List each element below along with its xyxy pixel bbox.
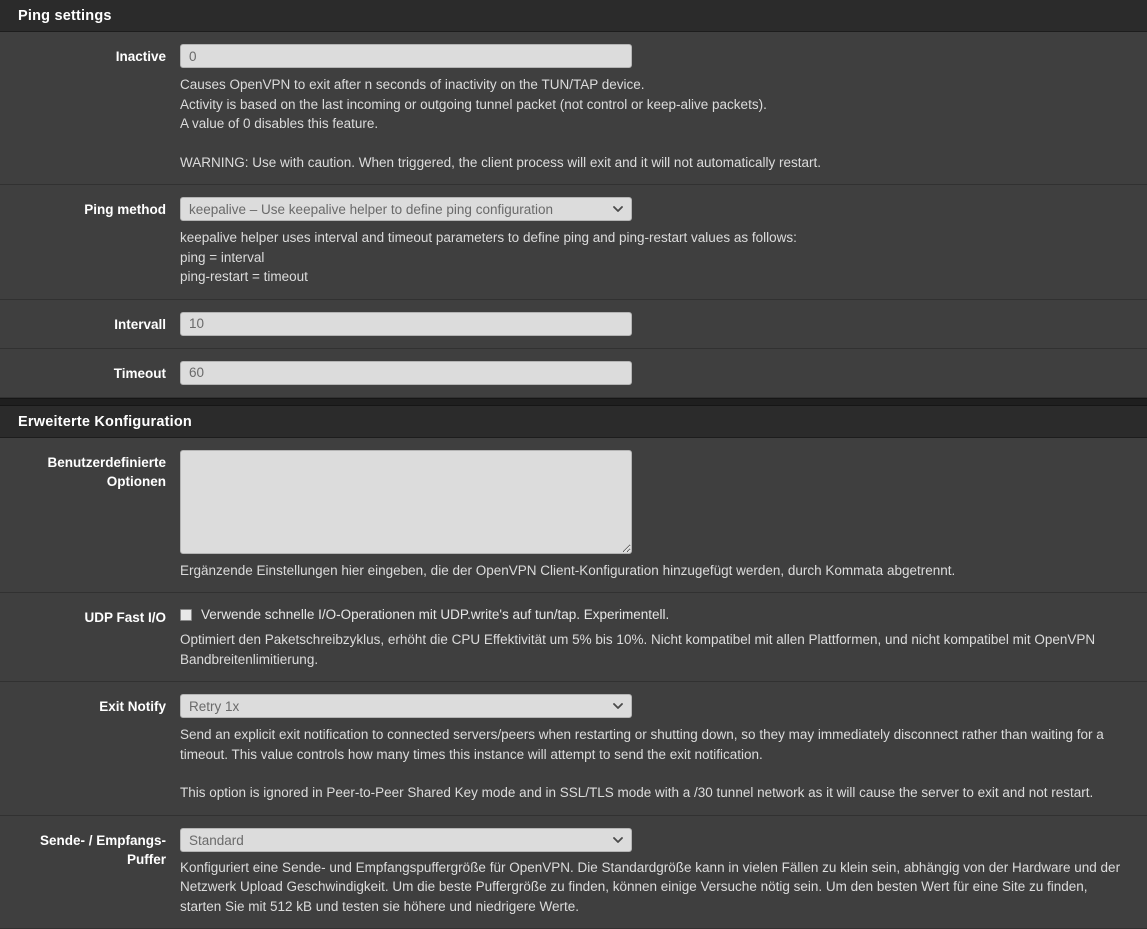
label-ping-method: Ping method xyxy=(0,197,180,219)
help-line-warning: WARNING: Use with caution. When triggere… xyxy=(180,153,1125,173)
label-intervall: Intervall xyxy=(0,312,180,334)
settings-page: Ping settings Inactive Causes OpenVPN to… xyxy=(0,0,1147,929)
help-line: keepalive helper uses interval and timeo… xyxy=(180,228,1125,248)
label-line-1: Sende- / Empfangs- xyxy=(40,833,166,848)
help-ping-method: keepalive helper uses interval and timeo… xyxy=(180,228,1125,287)
field-inactive: Causes OpenVPN to exit after n seconds o… xyxy=(180,44,1147,172)
row-sende-empfangs-puffer: Sende- / Empfangs- Puffer Standard Konfi… xyxy=(0,816,1147,929)
help-exit-notify: Send an explicit exit notification to co… xyxy=(180,725,1125,803)
udp-fast-io-checkbox-line: Verwende schnelle I/O-Operationen mit UD… xyxy=(180,605,1131,624)
row-timeout: Timeout xyxy=(0,349,1147,398)
help-line: Send an explicit exit notification to co… xyxy=(180,725,1125,764)
section-erweiterte-konfiguration: Erweiterte Konfiguration Benutzerdefinie… xyxy=(0,406,1147,929)
help-line: Causes OpenVPN to exit after n seconds o… xyxy=(180,75,1125,95)
custom-options-textarea-wrap xyxy=(180,450,632,554)
section-ping-settings: Ping settings Inactive Causes OpenVPN to… xyxy=(0,0,1147,398)
inactive-input[interactable] xyxy=(180,44,632,68)
exit-notify-select[interactable]: Retry 1x xyxy=(180,694,632,718)
buffer-size-select-wrap: Standard xyxy=(180,828,632,852)
row-udp-fast-io: UDP Fast I/O Verwende schnelle I/O-Opera… xyxy=(0,593,1147,682)
row-intervall: Intervall xyxy=(0,300,1147,349)
label-benutzerdefinierte-optionen: Benutzerdefinierte Optionen xyxy=(0,450,180,491)
udp-fast-io-checkbox-label: Verwende schnelle I/O-Operationen mit UD… xyxy=(201,606,669,624)
section-header-ping-settings: Ping settings xyxy=(0,0,1147,32)
field-ping-method: keepalive – Use keepalive helper to defi… xyxy=(180,197,1147,287)
field-udp-fast-io: Verwende schnelle I/O-Operationen mit UD… xyxy=(180,605,1147,669)
field-sende-empfangs-puffer: Standard Konfiguriert eine Sende- und Em… xyxy=(180,828,1147,917)
ping-method-select[interactable]: keepalive – Use keepalive helper to defi… xyxy=(180,197,632,221)
custom-options-textarea[interactable] xyxy=(180,450,632,554)
field-exit-notify: Retry 1x Send an explicit exit notificat… xyxy=(180,694,1147,803)
label-udp-fast-io: UDP Fast I/O xyxy=(0,605,180,627)
exit-notify-select-wrap: Retry 1x xyxy=(180,694,632,718)
help-benutzerdefinierte-optionen: Ergänzende Einstellungen hier eingeben, … xyxy=(180,561,1125,581)
row-benutzerdefinierte-optionen: Benutzerdefinierte Optionen Ergänzende E… xyxy=(0,438,1147,594)
row-inactive: Inactive Causes OpenVPN to exit after n … xyxy=(0,32,1147,185)
help-line: Ergänzende Einstellungen hier eingeben, … xyxy=(180,561,1125,581)
label-timeout: Timeout xyxy=(0,361,180,383)
help-udp-fast-io: Optimiert den Paketschreibzyklus, erhöht… xyxy=(180,630,1125,669)
field-intervall xyxy=(180,312,1147,336)
section-divider xyxy=(0,398,1147,406)
label-line-1: Benutzerdefinierte xyxy=(47,455,166,470)
label-line-2: Optionen xyxy=(107,474,166,489)
field-benutzerdefinierte-optionen: Ergänzende Einstellungen hier eingeben, … xyxy=(180,450,1147,581)
help-line: Konfiguriert eine Sende- und Empfangspuf… xyxy=(180,858,1125,917)
help-line: ping = interval xyxy=(180,248,1125,268)
section-header-erweiterte-konfiguration: Erweiterte Konfiguration xyxy=(0,406,1147,438)
field-timeout xyxy=(180,361,1147,385)
help-inactive: Causes OpenVPN to exit after n seconds o… xyxy=(180,75,1125,172)
help-line: Activity is based on the last incoming o… xyxy=(180,95,1125,115)
help-sende-empfangs-puffer: Konfiguriert eine Sende- und Empfangspuf… xyxy=(180,858,1125,917)
help-line: A value of 0 disables this feature. xyxy=(180,114,1125,134)
ping-method-select-wrap: keepalive – Use keepalive helper to defi… xyxy=(180,197,632,221)
intervall-input[interactable] xyxy=(180,312,632,336)
label-exit-notify: Exit Notify xyxy=(0,694,180,716)
label-inactive: Inactive xyxy=(0,44,180,66)
help-line: This option is ignored in Peer-to-Peer S… xyxy=(180,783,1125,803)
udp-fast-io-checkbox[interactable] xyxy=(180,609,192,621)
help-line: ping-restart = timeout xyxy=(180,267,1125,287)
label-sende-empfangs-puffer: Sende- / Empfangs- Puffer xyxy=(0,828,180,869)
label-line-2: Puffer xyxy=(127,852,166,867)
help-line: Optimiert den Paketschreibzyklus, erhöht… xyxy=(180,630,1125,669)
buffer-size-select[interactable]: Standard xyxy=(180,828,632,852)
timeout-input[interactable] xyxy=(180,361,632,385)
row-ping-method: Ping method keepalive – Use keepalive he… xyxy=(0,185,1147,300)
row-exit-notify: Exit Notify Retry 1x Send an explicit ex… xyxy=(0,682,1147,816)
